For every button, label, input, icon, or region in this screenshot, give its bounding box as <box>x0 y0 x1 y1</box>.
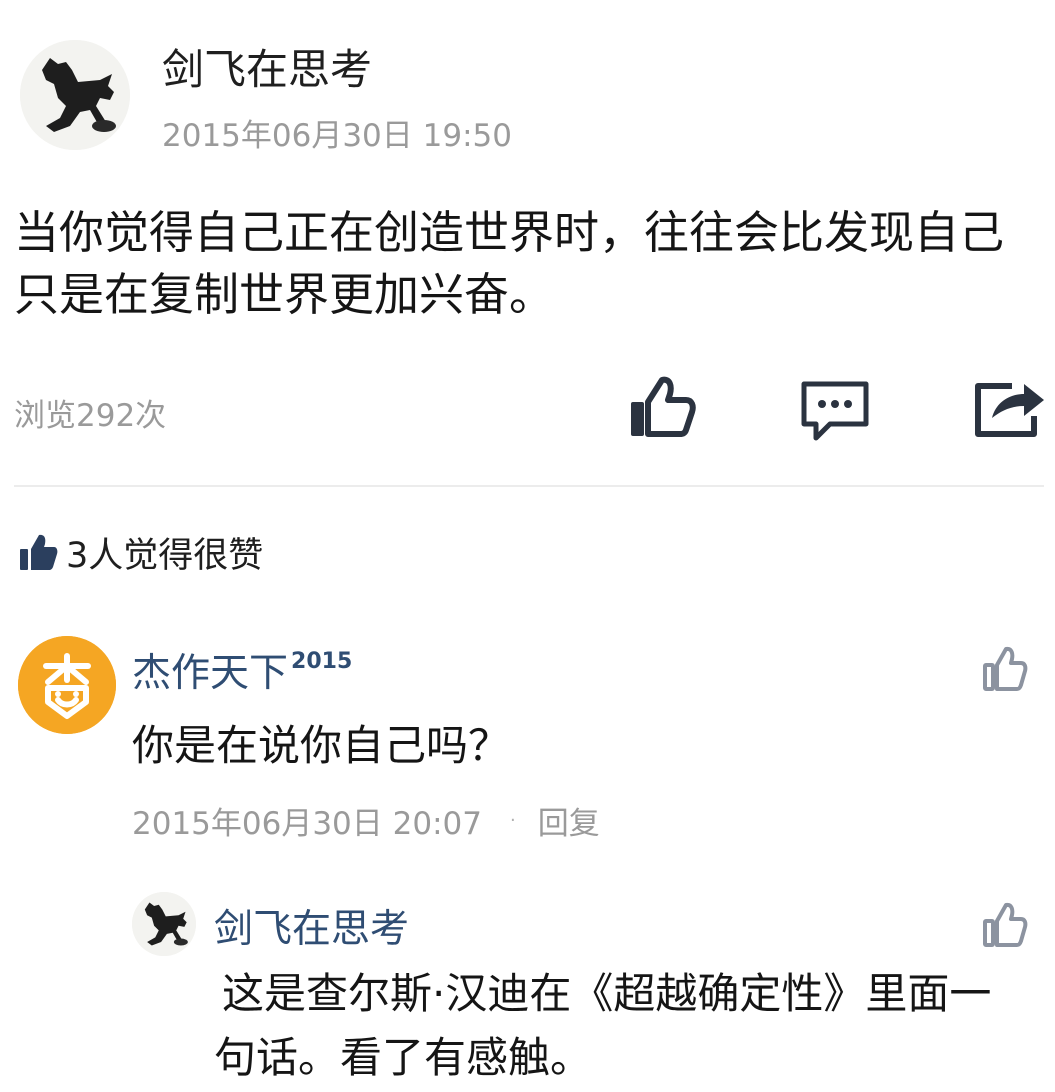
thumbs-up-icon <box>983 646 1028 691</box>
comment-text: 你是在说你自己吗？ <box>132 721 511 770</box>
thumbs-up-icon <box>20 534 58 570</box>
thumbs-up-icon <box>983 902 1028 947</box>
comment-icon <box>801 381 869 441</box>
reply-like-button[interactable] <box>982 900 1028 948</box>
commenter-badge: 2015 <box>291 649 353 674</box>
comment-timestamp: 2015年06月30日 20:07 <box>132 806 482 842</box>
share-icon <box>975 383 1044 437</box>
author-avatar[interactable] <box>20 40 130 150</box>
like-button[interactable] <box>626 372 696 442</box>
reply-author-name[interactable]: 剑飞在思考 <box>214 898 409 954</box>
commenter-avatar[interactable] <box>18 636 116 734</box>
post-body-text: 当你觉得自己正在创造世界时，往往会比发现自己只是在复制世界更加兴奋。 <box>14 206 1005 321</box>
comment-meta: 2015年06月30日 20:07 · 回复 <box>132 798 600 843</box>
section-divider <box>14 485 1044 487</box>
view-count: 浏览292次 <box>14 398 167 434</box>
post-author-name[interactable]: 剑飞在思考 <box>162 36 372 97</box>
meta-separator: · <box>509 810 516 831</box>
reply-text: 这是查尔斯·汉迪在《超越确定性》里面一句话。看了有感触。 <box>214 969 992 1082</box>
likes-summary[interactable]: 3人觉得很赞 <box>18 528 263 576</box>
post-timestamp: 2015年06月30日 19:50 <box>162 118 512 154</box>
share-button[interactable] <box>972 378 1048 440</box>
commenter-name[interactable]: 杰作天下 2015 <box>132 642 352 698</box>
comment-button[interactable] <box>798 378 872 442</box>
thumbs-up-icon <box>631 376 696 437</box>
reply-author-avatar[interactable] <box>132 892 196 956</box>
likes-count-label: 3人觉得很赞 <box>66 535 264 576</box>
comment-like-button[interactable] <box>982 644 1028 692</box>
reply-button[interactable]: 回复 <box>538 798 600 843</box>
